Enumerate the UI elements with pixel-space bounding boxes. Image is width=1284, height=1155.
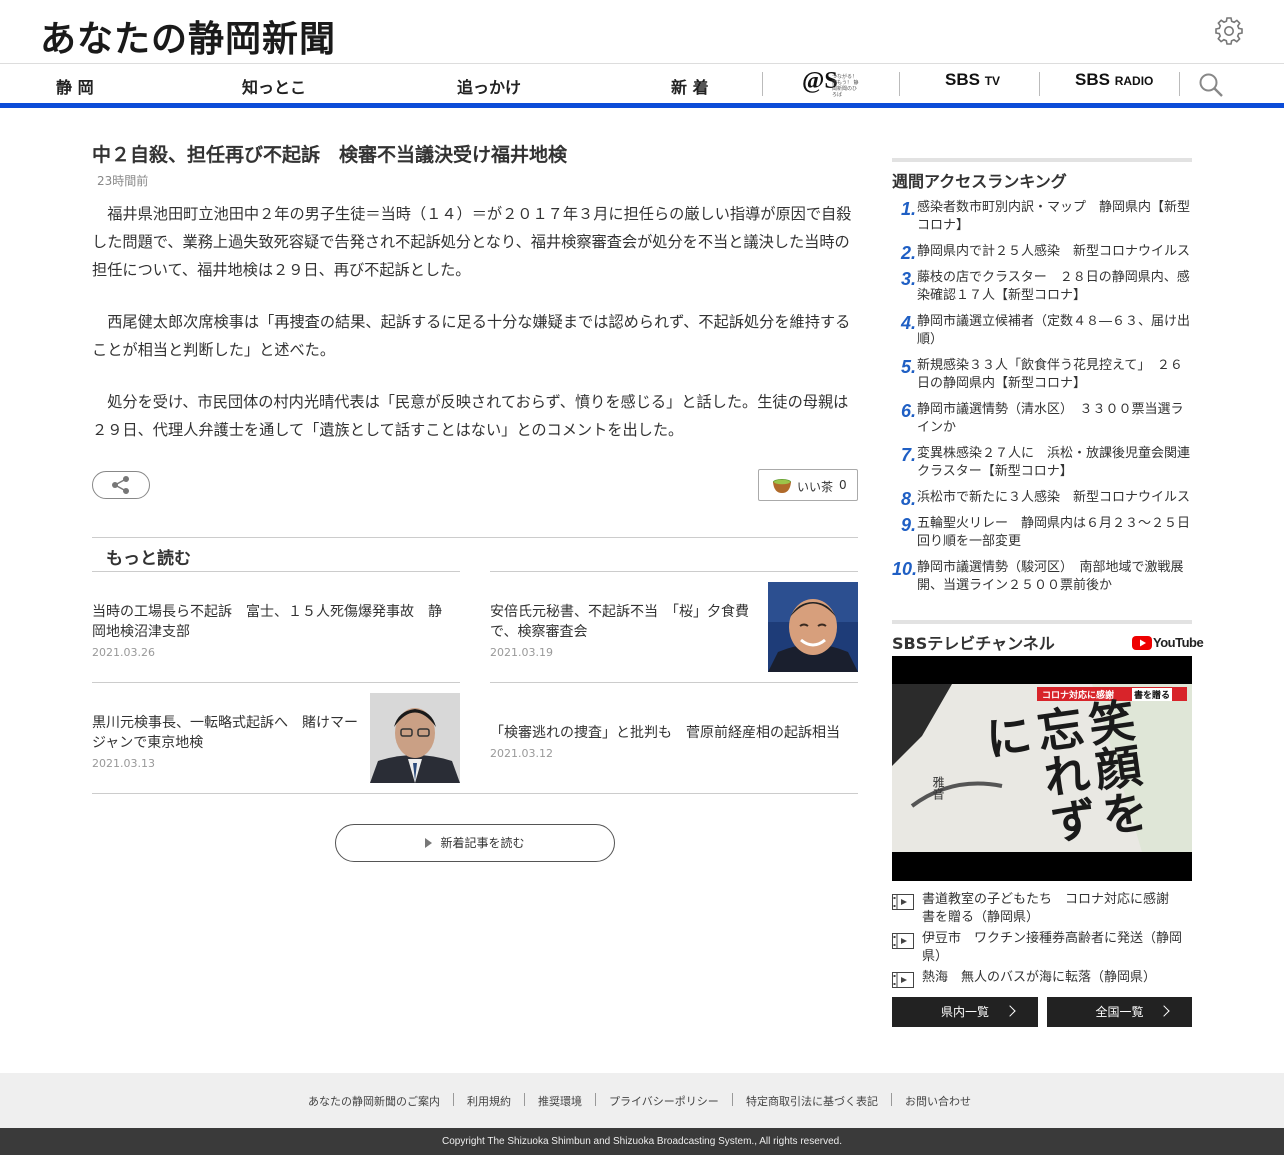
video-icon	[892, 894, 914, 910]
more-item-thumbnail[interactable]	[370, 693, 460, 783]
iicha-label: いい茶	[797, 480, 834, 494]
chevron-right-icon	[1004, 1005, 1016, 1017]
video-player[interactable]: コロナ対応に感謝 書を贈る 笑顔を忘れずに 雅音	[892, 656, 1192, 881]
national-list-button[interactable]: 全国一覧	[1047, 997, 1192, 1027]
article-paragraph: 福井県池田町立池田中２年の男子生徒＝当時（１４）＝が２０１７年３月に担任らの厳し…	[92, 205, 852, 279]
video-signature: 雅音	[931, 776, 945, 800]
more-bottom-rule	[92, 793, 858, 794]
share-icon	[112, 476, 129, 494]
video-calligraphy: 笑顔を忘れずに	[975, 695, 1152, 847]
nav-item-okkake[interactable]: 追っかけ	[457, 74, 521, 98]
sidebar-rule	[892, 620, 1192, 624]
video-icon	[892, 972, 914, 988]
prefecture-list-button[interactable]: 県内一覧	[892, 997, 1038, 1027]
more-item-title[interactable]: 当時の工場長ら不起訴 富士、１５人死傷爆発事故 静岡地検沼津支部	[92, 602, 452, 642]
at-s-logo[interactable]: @S つながる！読もう！ 静岡新聞のひろば	[802, 68, 860, 98]
share-button[interactable]	[92, 471, 150, 499]
chevron-right-icon	[1158, 1005, 1170, 1017]
play-arrow-icon	[425, 837, 433, 848]
sbs-radio-logo[interactable]: SBS RADIO	[1075, 70, 1153, 90]
nav-divider	[762, 72, 763, 96]
site-logo[interactable]: あなたの静岡新聞	[40, 10, 336, 62]
more-item-title[interactable]: 黒川元検事長、一転略式起訴へ 賭けマージャンで東京地検	[92, 713, 362, 753]
more-item-date: 2021.03.26	[92, 646, 155, 659]
article-time: 23時間前	[97, 174, 149, 188]
more-item-title[interactable]: 安倍氏元秘書、不起訴不当 「桜」夕食費で、検察審査会	[490, 602, 760, 642]
read-new-articles-button[interactable]: 新着記事を読む	[335, 824, 615, 862]
article-paragraph: 西尾健太郎次席検事は「再捜査の結果、起訴するに足る十分な嫌疑までは認められず、不…	[92, 313, 851, 359]
search-icon[interactable]	[1198, 72, 1224, 98]
more-item[interactable]: 「検審逃れの捜査」と批判も 菅原前経産相の起訴相当 2021.03.12	[490, 682, 858, 793]
more-item-date: 2021.03.12	[490, 747, 553, 760]
more-item-date: 2021.03.13	[92, 757, 155, 770]
more-item[interactable]: 当時の工場長ら不起訴 富士、１５人死傷爆発事故 静岡地検沼津支部 2021.03…	[92, 571, 460, 682]
footer-divider	[595, 1093, 596, 1106]
video-caption-2: 書を贈る	[1132, 688, 1173, 701]
footer-divider	[453, 1093, 454, 1106]
footer-divider	[524, 1093, 525, 1106]
footer-link-contact[interactable]: お問い合わせ	[905, 1093, 971, 1109]
more-item-title[interactable]: 「検審逃れの捜査」と批判も 菅原前経産相の起訴相当	[490, 723, 858, 743]
article-body: 福井県池田町立池田中２年の男子生徒＝当時（１４）＝が２０１７年３月に担任らの厳し…	[92, 200, 858, 468]
nav-divider	[899, 72, 900, 96]
sidebar-rule	[892, 158, 1192, 162]
nav-accent-bar	[0, 103, 1284, 108]
video-icon	[892, 933, 914, 949]
article-paragraph: 処分を受け、市民団体の村内光晴代表は「民意が反映されておらず、憤りを感じる」と話…	[92, 393, 849, 439]
more-item-date: 2021.03.19	[490, 646, 553, 659]
footer-divider	[891, 1093, 892, 1106]
nav-item-new[interactable]: 新 着	[671, 74, 709, 98]
ranking-title: 週間アクセスランキング	[892, 172, 1067, 191]
channel-title: SBSテレビチャンネル	[892, 634, 1055, 653]
tea-cup-icon	[773, 479, 791, 493]
more-item-thumbnail[interactable]	[768, 582, 858, 672]
site-header: あなたの静岡新聞	[0, 0, 1284, 64]
sbs-tv-logo[interactable]: SBS TV	[945, 70, 1000, 90]
footer-links: あなたの静岡新聞のご案内 利用規約 推奨環境 プライバシーポリシー 特定商取引法…	[0, 1073, 1284, 1128]
iicha-count: 0	[839, 478, 847, 492]
footer-link-about[interactable]: あなたの静岡新聞のご案内	[308, 1093, 440, 1109]
nav-divider	[1179, 72, 1180, 96]
nav-item-shittoko[interactable]: 知っとこ	[242, 74, 306, 98]
footer-link-terms[interactable]: 利用規約	[467, 1093, 511, 1109]
main-nav: 静 岡 知っとこ 追っかけ 新 着 @S つながる！読もう！ 静岡新聞のひろば …	[0, 64, 1284, 104]
iicha-button[interactable]: いい茶 0	[758, 469, 858, 501]
more-heading: もっと読む	[106, 549, 191, 569]
gear-icon[interactable]	[1214, 16, 1244, 46]
footer-divider	[732, 1093, 733, 1106]
youtube-logo[interactable]: YouTube	[1132, 634, 1204, 652]
more-item[interactable]: 安倍氏元秘書、不起訴不当 「桜」夕食費で、検察審査会 2021.03.19	[490, 571, 858, 682]
footer-link-commerce[interactable]: 特定商取引法に基づく表記	[746, 1093, 878, 1109]
nav-item-shizuoka[interactable]: 静 岡	[56, 74, 94, 98]
nav-divider	[1039, 72, 1040, 96]
footer-link-privacy[interactable]: プライバシーポリシー	[609, 1093, 719, 1109]
footer-link-environment[interactable]: 推奨環境	[538, 1093, 582, 1109]
copyright: Copyright The Shizuoka Shimbun and Shizu…	[0, 1128, 1284, 1155]
more-top-rule	[92, 537, 858, 538]
more-item[interactable]: 黒川元検事長、一転略式起訴へ 賭けマージャンで東京地検 2021.03.13	[92, 682, 460, 793]
article-title: 中２自殺、担任再び不起訴 検審不当議決受け福井地検	[92, 144, 568, 166]
